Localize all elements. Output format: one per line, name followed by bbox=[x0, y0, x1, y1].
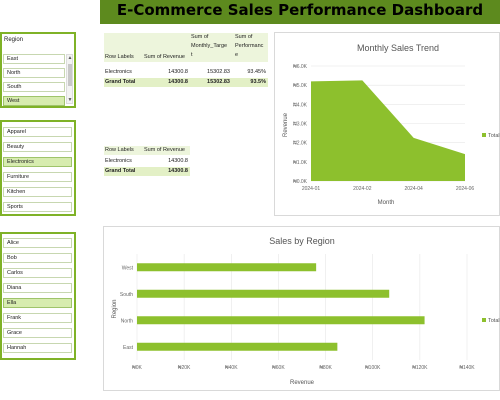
pivot-table-target[interactable]: Row Labels Sum of Revenue Sum of Monthly… bbox=[104, 33, 268, 89]
region-bar-north bbox=[137, 316, 425, 325]
scroll-thumb[interactable] bbox=[68, 64, 72, 86]
trend-area-series-total bbox=[311, 80, 465, 181]
pivot1-header-revenue: Sum of Revenue bbox=[144, 54, 185, 60]
region-x-tick-label: ₦20K bbox=[178, 365, 191, 371]
category-slicer[interactable]: Apparel Beauty Electronics Furniture Kit… bbox=[0, 120, 76, 216]
trend-y-tick-label: ₦2.0K bbox=[293, 141, 308, 147]
pivot1-total-revenue: 14300.8 bbox=[168, 79, 188, 85]
scroll-up-icon[interactable]: ▲ bbox=[67, 55, 73, 61]
salesperson-item-ella[interactable]: Ella bbox=[3, 298, 72, 308]
trend-x-tick-label: 2024-02 bbox=[353, 186, 372, 192]
trend-chart-title: Monthly Sales Trend bbox=[357, 43, 439, 53]
region-x-tick-label: ₦120K bbox=[412, 365, 428, 371]
region-slicer-scrollbar[interactable]: ▲ ▼ bbox=[66, 54, 73, 104]
dashboard-title: E-Commerce Sales Performance Dashboard bbox=[116, 1, 484, 19]
salesperson-item-bob[interactable]: Bob bbox=[3, 253, 72, 263]
trend-y-tick-label: ₦6.0K bbox=[293, 64, 308, 70]
region-bar-south bbox=[137, 289, 390, 298]
pivot1-header-perf-3: e bbox=[235, 52, 239, 58]
pivot2-header-revenue: Sum of Revenue bbox=[144, 147, 185, 153]
region-slicer-header: Region bbox=[4, 37, 24, 43]
trend-legend-label: Total bbox=[488, 133, 500, 139]
trend-y-tick-label: ₦3.0K bbox=[293, 122, 308, 128]
trend-x-tick-label: 2024-04 bbox=[404, 186, 423, 192]
region-category-label: South bbox=[120, 292, 133, 298]
region-legend-label: Total bbox=[488, 318, 500, 324]
pivot2-grand-total[interactable]: Grand Total 14300.8 bbox=[104, 167, 190, 176]
region-legend-swatch bbox=[482, 318, 486, 322]
region-x-tick-label: ₦40K bbox=[225, 365, 238, 371]
trend-chart-svg: Monthly Sales Trend ₦0.0K ₦1.0K ₦2.0K ₦3.0K… bbox=[283, 43, 500, 206]
pivot1-row-target: 15302.83 bbox=[207, 69, 230, 75]
salesperson-item-grace[interactable]: Grace bbox=[3, 328, 72, 338]
category-item-furniture[interactable]: Furniture bbox=[3, 172, 72, 182]
pivot1-header-row-labels: Row Labels bbox=[105, 54, 134, 60]
pivot2-row-electronics[interactable]: Electronics 14300.8 bbox=[104, 157, 190, 166]
salesperson-item-carlos[interactable]: Carlos bbox=[3, 268, 72, 278]
region-category-label: North bbox=[121, 318, 133, 324]
pivot1-total-perf: 93.5% bbox=[250, 79, 266, 85]
monthly-sales-trend-chart[interactable]: Monthly Sales Trend ₦0.0K ₦1.0K ₦2.0K ₦3.0K… bbox=[274, 32, 500, 216]
pivot1-row-electronics[interactable]: Electronics 14300.8 15302.83 93.45% bbox=[104, 68, 268, 77]
category-item-electronics[interactable]: Electronics bbox=[3, 157, 72, 167]
salesperson-item-hannah[interactable]: Hannah bbox=[3, 343, 72, 353]
category-item-apparel[interactable]: Apparel bbox=[3, 127, 72, 137]
trend-x-axis-label: Month bbox=[378, 200, 395, 206]
region-y-axis-label: Region bbox=[112, 299, 118, 318]
pivot1-header-row: Row Labels Sum of Revenue Sum of Monthly… bbox=[104, 33, 268, 62]
trend-y-tick-label: ₦0.0K bbox=[293, 179, 308, 185]
region-category-label: West bbox=[122, 265, 134, 271]
region-x-tick-label: ₦0K bbox=[132, 365, 142, 371]
salesperson-item-alice[interactable]: Alice bbox=[3, 238, 72, 248]
pivot1-row-label: Electronics bbox=[105, 69, 132, 75]
pivot1-total-target: 15302.83 bbox=[207, 79, 230, 85]
region-chart-svg: Sales by Region West South North East ₦0K ₦2… bbox=[112, 236, 500, 386]
trend-y-tick-label: ₦4.0K bbox=[293, 102, 308, 108]
salesperson-item-diana[interactable]: Diana bbox=[3, 283, 72, 293]
pivot2-total-revenue: 14300.8 bbox=[168, 168, 188, 174]
region-x-tick-label: ₦100K bbox=[365, 365, 381, 371]
region-x-axis-label: Revenue bbox=[290, 380, 315, 386]
region-item-south[interactable]: South bbox=[3, 82, 65, 92]
region-x-tick-label: ₦80K bbox=[319, 365, 332, 371]
region-category-label: East bbox=[123, 345, 134, 351]
pivot1-grand-total[interactable]: Grand Total 14300.8 15302.83 93.5% bbox=[104, 78, 268, 87]
trend-legend-swatch bbox=[482, 133, 486, 137]
pivot2-row-revenue: 14300.8 bbox=[168, 158, 188, 164]
region-item-west[interactable]: West bbox=[3, 96, 65, 106]
pivot1-header-target-2: Monthly_Targe bbox=[191, 43, 228, 49]
pivot1-header-perf-2: Performanc bbox=[235, 43, 264, 49]
region-chart-title: Sales by Region bbox=[269, 236, 335, 246]
pivot1-header-target-3: t bbox=[191, 52, 193, 58]
pivot1-row-revenue: 14300.8 bbox=[168, 69, 188, 75]
pivot2-header-row: Row Labels Sum of Revenue bbox=[104, 146, 190, 155]
category-item-sports[interactable]: Sports bbox=[3, 202, 72, 212]
salesperson-item-frank[interactable]: Frank bbox=[3, 313, 72, 323]
category-item-beauty[interactable]: Beauty bbox=[3, 142, 72, 152]
salesperson-slicer[interactable]: Alice Bob Carlos Diana Ella Frank Grace … bbox=[0, 232, 76, 360]
pivot2-row-label: Electronics bbox=[105, 158, 132, 164]
region-x-tick-label: ₦140K bbox=[459, 365, 475, 371]
trend-y-tick-label: ₦5.0K bbox=[293, 83, 308, 89]
region-bar-west bbox=[137, 263, 317, 272]
scroll-down-icon[interactable]: ▼ bbox=[67, 97, 73, 103]
region-item-east[interactable]: East bbox=[3, 54, 65, 64]
region-bar-east bbox=[137, 342, 338, 351]
pivot1-total-label: Grand Total bbox=[105, 79, 136, 85]
trend-x-tick-label: 2024-06 bbox=[456, 186, 475, 192]
pivot2-total-label: Grand Total bbox=[105, 168, 136, 174]
region-x-tick-label: ₦60K bbox=[272, 365, 285, 371]
pivot2-header-row-labels: Row Labels bbox=[105, 147, 134, 153]
region-item-north[interactable]: North bbox=[3, 68, 65, 78]
region-slicer[interactable]: Region East North South West ▲ ▼ bbox=[0, 32, 76, 108]
trend-x-tick-label: 2024-01 bbox=[302, 186, 321, 192]
category-item-kitchen[interactable]: Kitchen bbox=[3, 187, 72, 197]
trend-y-axis-label: Revenue bbox=[283, 112, 289, 137]
pivot1-row-perf: 93.45% bbox=[247, 69, 266, 75]
sales-by-region-chart[interactable]: Sales by Region West South North East ₦0K ₦2… bbox=[103, 226, 500, 391]
pivot-table-revenue[interactable]: Row Labels Sum of Revenue Electronics 14… bbox=[104, 146, 190, 178]
trend-y-tick-label: ₦1.0K bbox=[293, 160, 308, 166]
pivot1-header-target-1: Sum of bbox=[191, 34, 209, 40]
pivot1-header-perf-1: Sum of bbox=[235, 34, 253, 40]
